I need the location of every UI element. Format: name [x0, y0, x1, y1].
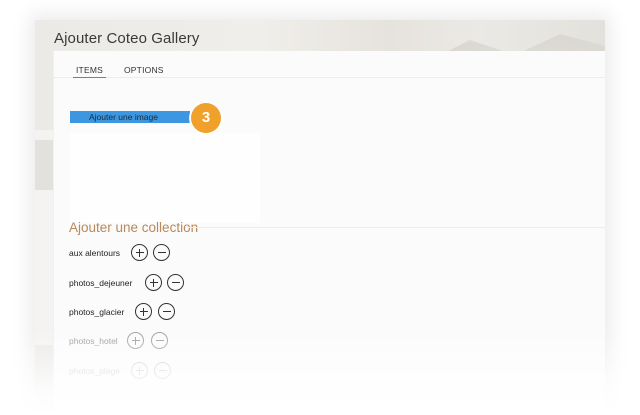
screenshot-stage: Ajouter Coteo Gallery ITEMS OPTIONS Ajou…	[0, 0, 640, 415]
minus-circle-icon[interactable]	[151, 332, 168, 349]
collection-name: photos_glacier	[69, 307, 125, 317]
plus-circle-icon[interactable]	[131, 362, 148, 379]
tab-bar: ITEMS OPTIONS	[54, 51, 605, 78]
collection-name: photos_dejeuner	[69, 278, 133, 288]
plus-circle-icon[interactable]	[127, 332, 144, 349]
tab-items[interactable]: ITEMS	[73, 65, 106, 78]
minus-circle-icon[interactable]	[167, 274, 184, 291]
modal-title: Ajouter Coteo Gallery	[54, 30, 200, 47]
collection-heading: Ajouter une collection	[69, 220, 199, 235]
background-strip	[35, 345, 53, 415]
plus-circle-icon[interactable]	[145, 274, 162, 291]
gallery-modal: Ajouter Coteo Gallery ITEMS OPTIONS Ajou…	[35, 20, 605, 415]
collection-name: photos_hotel	[69, 336, 118, 346]
plus-circle-icon[interactable]	[131, 244, 148, 261]
tab-options[interactable]: OPTIONS	[124, 65, 164, 75]
add-image-button[interactable]: Ajouter une image	[70, 111, 190, 123]
collection-name: photos_plage	[69, 366, 121, 376]
minus-circle-icon[interactable]	[158, 303, 175, 320]
heading-divider	[185, 227, 605, 228]
minus-circle-icon[interactable]	[153, 244, 170, 261]
collection-name: aux alentours	[69, 248, 121, 258]
plus-circle-icon[interactable]	[135, 303, 152, 320]
step-number-badge: 3	[191, 103, 221, 133]
image-list-area	[70, 133, 260, 223]
background-strip	[35, 140, 53, 190]
minus-circle-icon[interactable]	[154, 362, 171, 379]
